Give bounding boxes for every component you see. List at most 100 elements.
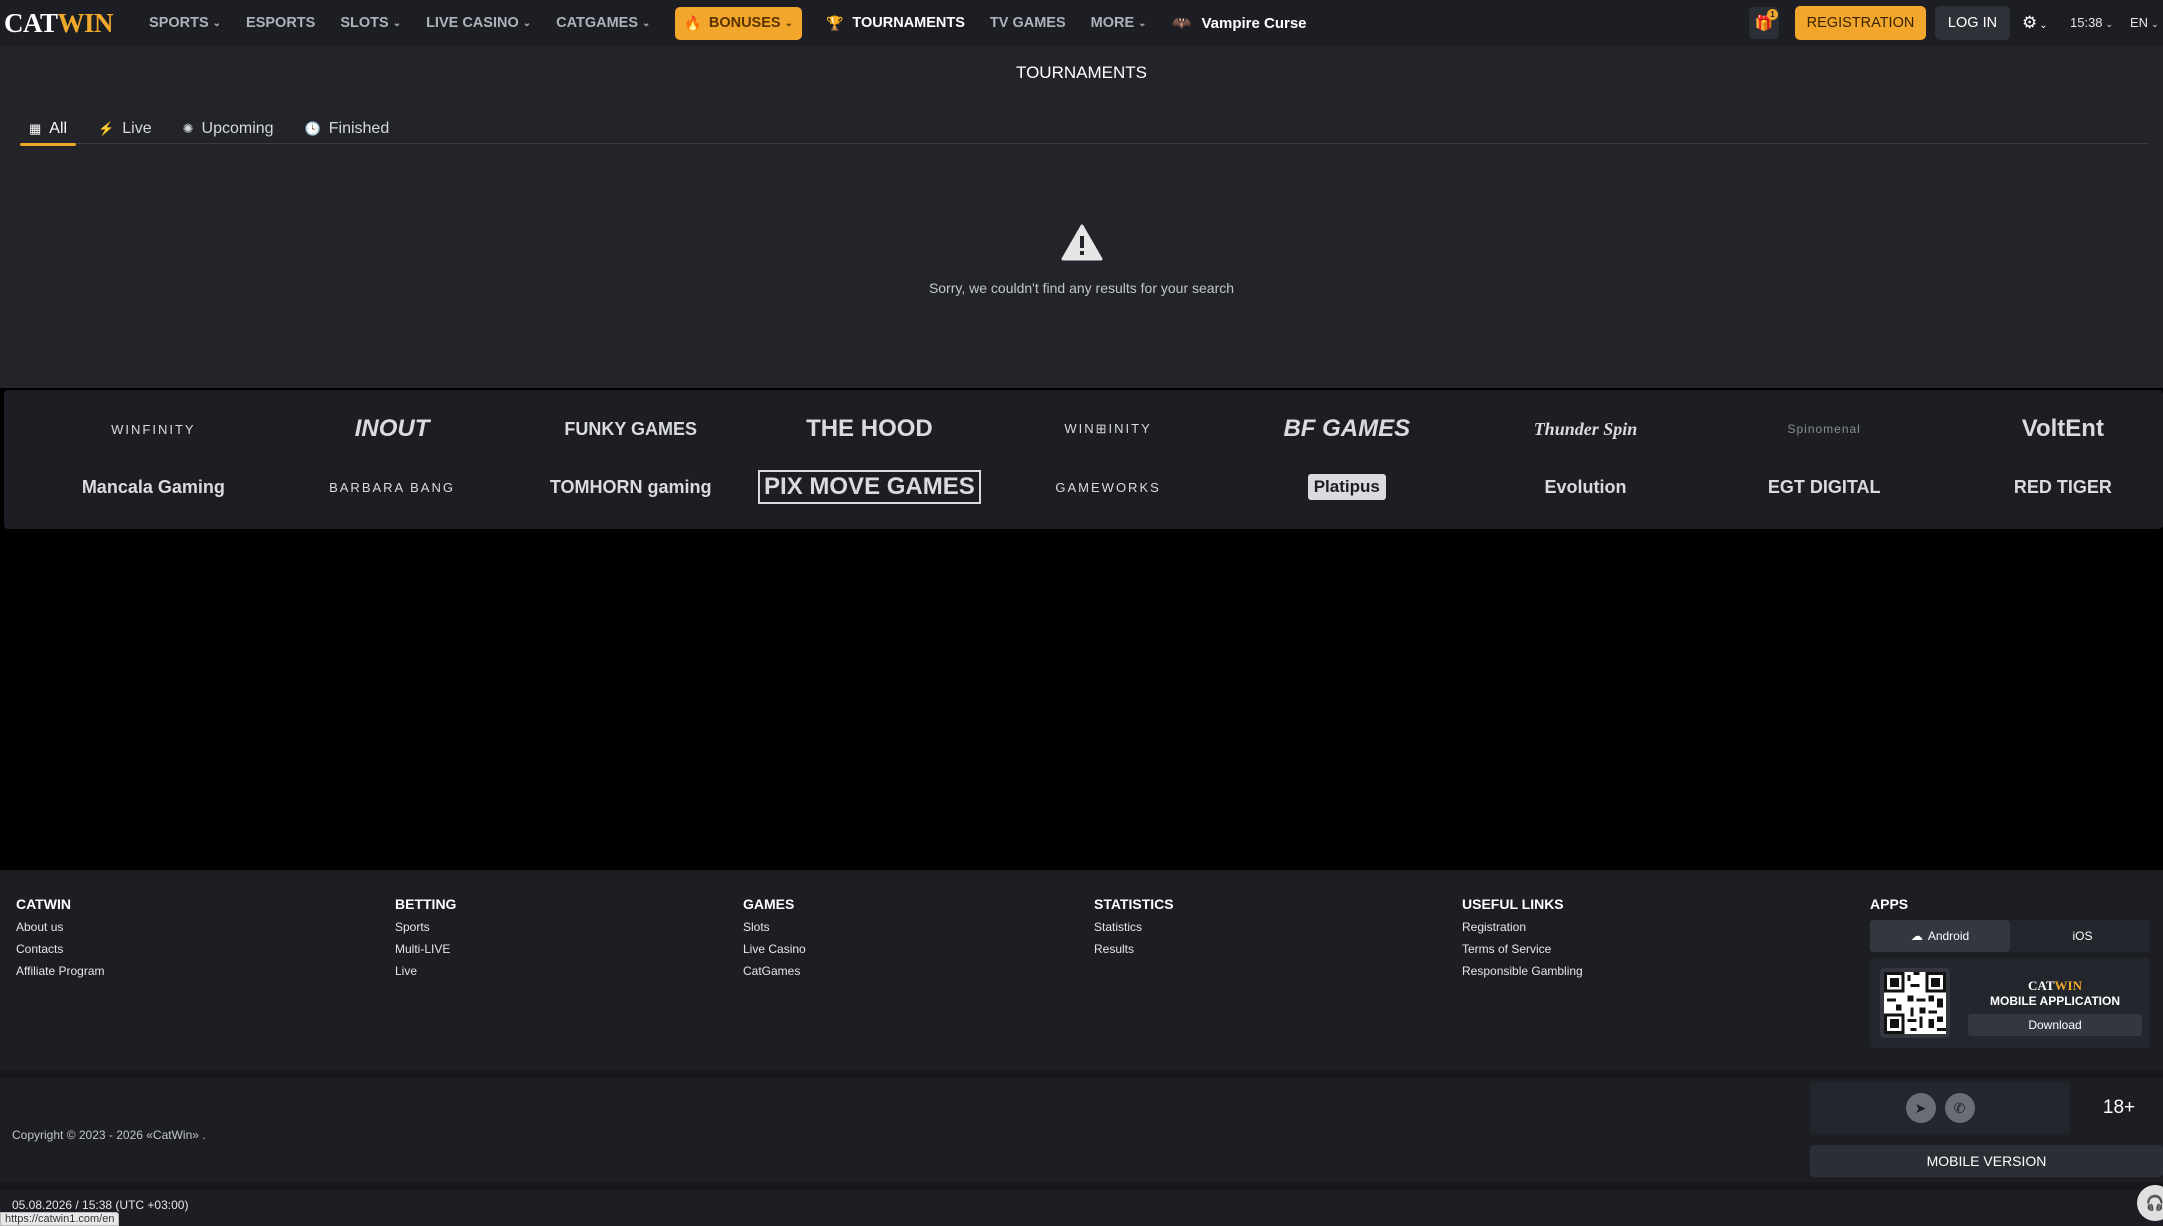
- provider-logo[interactable]: FUNKY GAMES: [511, 400, 750, 458]
- social-links: ➤ ✆: [1810, 1082, 2070, 1134]
- nav-slots[interactable]: SLOTS ⌄: [340, 15, 401, 31]
- tournaments-section: TOURNAMENTS ▦ All ⚡ Live ✺ Upcoming 🕓 Finish…: [0, 46, 2163, 388]
- headset-icon: 🎧: [2145, 1195, 2163, 1212]
- chevron-down-icon: ⌄: [212, 17, 222, 29]
- footer-link-terms[interactable]: Terms of Service: [1462, 942, 1583, 956]
- registration-button[interactable]: REGISTRATION: [1795, 6, 1926, 40]
- provider-logo[interactable]: BARBARA BANG: [273, 458, 512, 516]
- footer-link-results[interactable]: Results: [1094, 942, 1174, 956]
- server-datetime: 05.08.2026 / 15:38 (UTC +03:00): [12, 1198, 189, 1212]
- qr-code[interactable]: [1880, 968, 1950, 1038]
- footer-column-title: GAMES: [743, 896, 795, 912]
- telegram-icon[interactable]: ➤: [1905, 1093, 1936, 1123]
- clock-icon: 🕓: [304, 121, 321, 136]
- whatsapp-icon[interactable]: ✆: [1944, 1093, 1975, 1123]
- copyright-text: Copyright © 2023 - 2026 «CatWin» .: [12, 1128, 206, 1142]
- provider-logo[interactable]: Spinomenal: [1705, 400, 1944, 458]
- android-icon: ☁: [1910, 929, 1923, 943]
- nav-catgames[interactable]: CATGAMES ⌄: [556, 15, 650, 31]
- age-restriction-badge: 18+: [2075, 1082, 2163, 1134]
- tab-finished[interactable]: 🕓 Finished: [296, 114, 399, 144]
- app-platform-tabs: ☁ Android iOS: [1870, 920, 2150, 952]
- provider-logo[interactable]: BF GAMES: [1227, 400, 1466, 458]
- provider-logo[interactable]: PIX MOVE GAMES: [758, 470, 981, 504]
- footer-link-about-us[interactable]: About us: [16, 920, 104, 934]
- time-selector[interactable]: 15:38 ⌄: [2070, 15, 2113, 30]
- nav-more[interactable]: MORE ⌄: [1091, 15, 1147, 31]
- provider-logo[interactable]: Evolution: [1466, 458, 1705, 516]
- footer-link-statistics[interactable]: Statistics: [1094, 920, 1174, 934]
- lightning-icon: ⚡: [98, 121, 115, 136]
- game-icon: 🦇: [1171, 15, 1192, 32]
- settings-button[interactable]: ⚙ ⌄: [2022, 13, 2048, 33]
- footer-link-catgames[interactable]: CatGames: [743, 964, 806, 978]
- footer-column-catwin: CATWIN About us Contacts Affiliate Progr…: [16, 896, 104, 986]
- footer-link-multi-live[interactable]: Multi-LIVE: [395, 942, 456, 956]
- footer-column-title: USEFUL LINKS: [1462, 896, 1564, 912]
- providers-strip: WINFINITY INOUT FUNKY GAMES THE HOOD WIN…: [4, 390, 2163, 529]
- footer-link-registration[interactable]: Registration: [1462, 920, 1583, 934]
- footer-link-contacts[interactable]: Contacts: [16, 942, 104, 956]
- nav-sports[interactable]: SPORTS ⌄: [149, 15, 221, 31]
- provider-logo[interactable]: RED TIGER: [1944, 458, 2163, 516]
- flame-icon: 🔥: [684, 14, 702, 31]
- footer-column-title: BETTING: [395, 896, 457, 912]
- provider-logo[interactable]: Platipus: [1307, 474, 1386, 500]
- footer-link-live[interactable]: Live: [395, 964, 456, 978]
- chevron-down-icon: ⌄: [1138, 17, 1147, 29]
- gift-count-badge: 1: [1767, 9, 1778, 20]
- chevron-down-icon: ⌄: [2151, 19, 2159, 29]
- tab-ios[interactable]: iOS: [2010, 920, 2150, 952]
- catwin-logo[interactable]: CATWIN: [4, 8, 114, 39]
- footer-divider: [0, 1182, 2163, 1190]
- chevron-down-icon: ⌄: [784, 17, 793, 29]
- gift-button[interactable]: 🎁 1: [1749, 7, 1779, 39]
- browser-status-url: https://catwin1.com/en: [0, 1212, 120, 1226]
- provider-logo[interactable]: Thunder Spin: [1466, 400, 1705, 458]
- grid-icon: ▦: [29, 121, 42, 136]
- provider-logo[interactable]: WINFINITY: [34, 400, 273, 458]
- download-app-button[interactable]: Download: [1968, 1014, 2142, 1036]
- provider-logo[interactable]: VoltEnt: [1944, 400, 2163, 458]
- nav-featured-game[interactable]: 🦇 Vampire Curse: [1172, 13, 1307, 33]
- mobile-app-card: CATWIN MOBILE APPLICATION Download: [1870, 958, 2150, 1048]
- provider-logo[interactable]: GAMEWORKS: [989, 458, 1228, 516]
- footer-column-title: STATISTICS: [1094, 896, 1174, 912]
- language-selector[interactable]: EN ⌄: [2130, 15, 2159, 30]
- apps-title: APPS: [1870, 896, 1909, 912]
- footer-link-responsible-gambling[interactable]: Responsible Gambling: [1462, 964, 1583, 978]
- chevron-down-icon: ⌄: [392, 17, 402, 29]
- provider-logo[interactable]: INOUT: [273, 400, 512, 458]
- top-navigation-bar: CATWIN SPORTS ⌄ ESPORTS SLOTS ⌄ LIVE CASIN…: [0, 0, 2163, 46]
- provider-logo[interactable]: THE HOOD: [750, 400, 989, 458]
- tab-live[interactable]: ⚡ Live: [89, 114, 161, 144]
- provider-logo[interactable]: Mancala Gaming: [34, 458, 273, 516]
- nav-live-casino[interactable]: LIVE CASINO ⌄: [426, 15, 531, 31]
- mobile-version-button[interactable]: MOBILE VERSION: [1810, 1145, 2163, 1177]
- tab-android[interactable]: ☁ Android: [1870, 920, 2010, 952]
- footer-link-slots[interactable]: Slots: [743, 920, 806, 934]
- chevron-down-icon: ⌄: [2105, 19, 2114, 29]
- catwin-app-logo: CATWIN: [2028, 978, 2082, 993]
- nav-tournaments[interactable]: 🏆 TOURNAMENTS: [826, 15, 965, 32]
- footer-link-live-casino[interactable]: Live Casino: [743, 942, 806, 956]
- soon-icon: ✺: [182, 121, 194, 136]
- chevron-down-icon: ⌄: [2039, 20, 2048, 31]
- provider-logo[interactable]: TOMHORN gaming: [511, 458, 750, 516]
- footer-link-affiliate[interactable]: Affiliate Program: [16, 964, 104, 978]
- provider-logo[interactable]: EGT DIGITAL: [1705, 458, 1944, 516]
- footer-column-useful-links: USEFUL LINKS Registration Terms of Servi…: [1462, 896, 1583, 986]
- tab-upcoming[interactable]: ✺ Upcoming: [174, 114, 283, 144]
- nav-bonuses[interactable]: 🔥 BONUSES ⌄: [675, 6, 802, 40]
- provider-logo[interactable]: WIN⊞INITY: [989, 400, 1228, 458]
- nav-tv-games[interactable]: TV GAMES: [990, 15, 1066, 31]
- login-button[interactable]: LOG IN: [1935, 6, 2010, 40]
- tab-all[interactable]: ▦ All: [20, 114, 77, 146]
- nav-esports[interactable]: ESPORTS: [246, 15, 315, 31]
- footer-link-sports[interactable]: Sports: [395, 920, 456, 934]
- page-title: TOURNAMENTS: [1016, 63, 1147, 82]
- trophy-icon: 🏆: [825, 14, 844, 31]
- footer-column-statistics: STATISTICS Statistics Results: [1094, 896, 1174, 964]
- copyright-panel: [4, 1078, 1802, 1172]
- mobile-application-label: MOBILE APPLICATION: [1990, 994, 2120, 1008]
